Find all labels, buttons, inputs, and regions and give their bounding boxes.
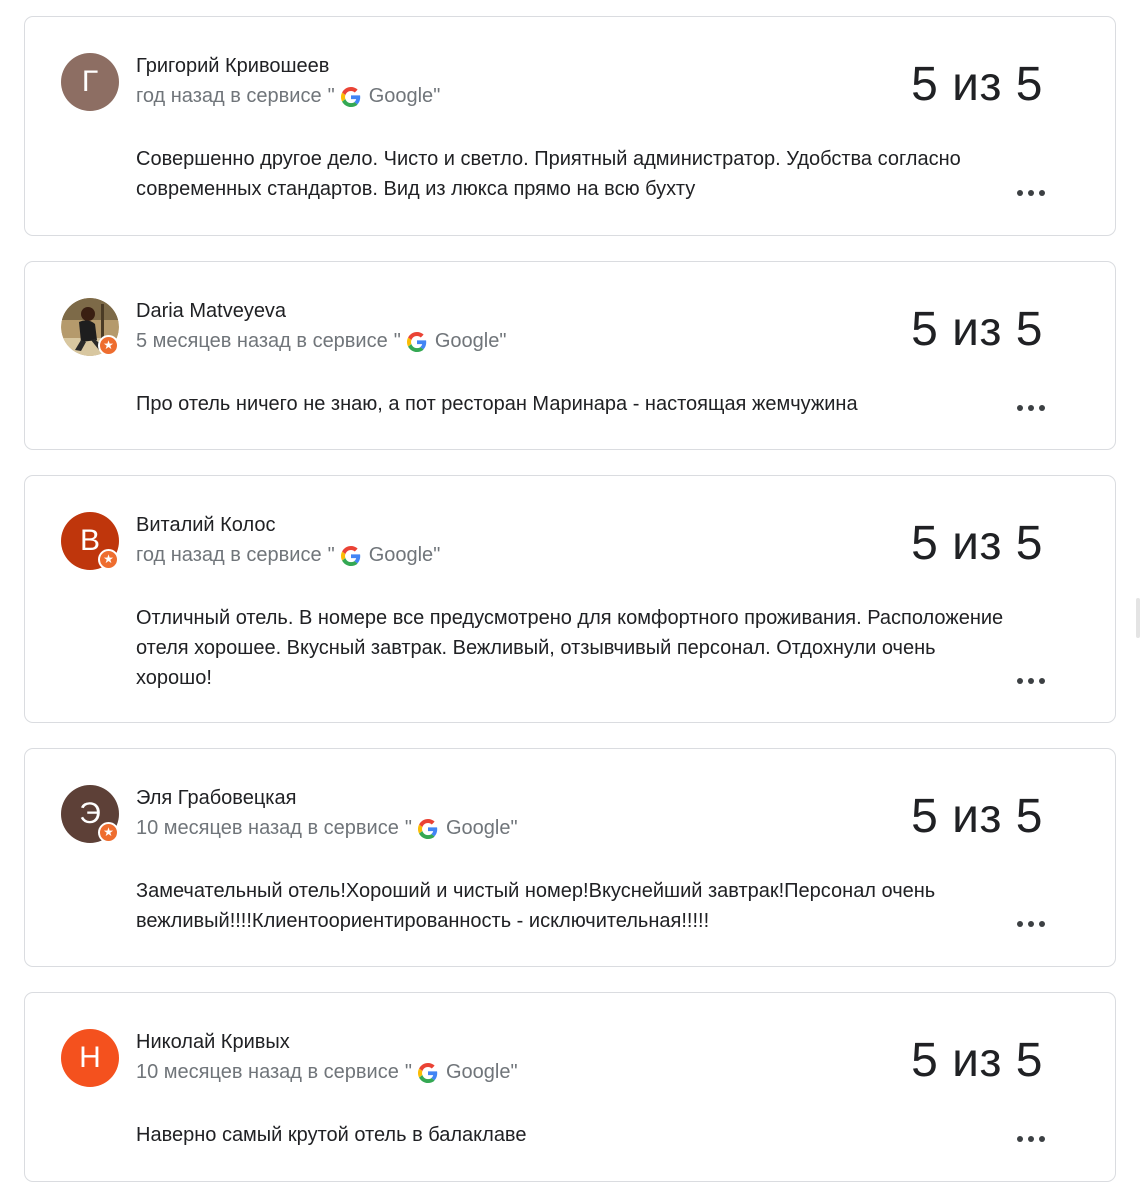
quote-open: " — [327, 85, 335, 107]
review-card: В ★ Виталий Колос год назад в сервисе " … — [24, 475, 1116, 723]
more-dot — [1028, 921, 1034, 927]
review-text: Совершенно другое дело. Чисто и светло. … — [136, 148, 961, 200]
more-options-button[interactable] — [1017, 675, 1045, 687]
more-dot — [1028, 405, 1034, 411]
local-guide-badge: ★ — [98, 822, 119, 843]
more-options-button[interactable] — [1017, 187, 1045, 199]
more-options-button[interactable] — [1017, 402, 1045, 414]
more-horizontal-icon — [1017, 1136, 1023, 1142]
review-rating: 5 из 5 — [911, 1034, 1043, 1087]
quote-open: " — [404, 1061, 412, 1083]
avatar-letter: В — [79, 524, 100, 557]
avatar-letter: Н — [79, 1041, 101, 1074]
star-icon: ★ — [103, 825, 114, 839]
scrollbar-thumb[interactable] — [1136, 598, 1140, 638]
quote-close: " — [499, 330, 507, 352]
review-author[interactable]: Эля Грабовецкая — [136, 787, 296, 810]
google-g-icon — [417, 818, 438, 839]
more-dot — [1039, 678, 1045, 684]
review-card: Э ★ Эля Грабовецкая 10 месяцев назад в с… — [24, 748, 1116, 967]
review-text: Наверно самый крутой отель в балаклаве — [136, 1124, 527, 1146]
more-dot — [1039, 405, 1045, 411]
more-dot — [1028, 678, 1034, 684]
review-source: Google — [368, 544, 434, 566]
quote-close: " — [510, 1061, 518, 1083]
review-text: Про отель ничего не знаю, а пот ресторан… — [136, 393, 858, 415]
avatar[interactable]: В ★ — [61, 512, 119, 570]
review-meta: год назад в сервисе " Google " — [136, 544, 440, 567]
quote-close: " — [510, 817, 518, 839]
review-author[interactable]: Daria Matveyeva — [136, 300, 286, 323]
review-rating: 5 из 5 — [911, 517, 1043, 570]
more-horizontal-icon — [1017, 921, 1023, 927]
review-time: год назад в сервисе — [136, 544, 322, 566]
review-source: Google — [434, 330, 500, 352]
quote-open: " — [327, 544, 335, 566]
reviews-page: Г Григорий Кривошеев год назад в сервисе… — [0, 0, 1142, 1200]
quote-open: " — [404, 817, 412, 839]
review-source: Google — [445, 817, 511, 839]
google-g-icon — [340, 86, 360, 107]
avatar[interactable]: Г — [61, 53, 119, 111]
scrollbar[interactable] — [1130, 0, 1142, 1200]
quote-close: " — [433, 544, 441, 566]
star-icon: ★ — [103, 552, 114, 566]
review-rating: 5 из 5 — [911, 303, 1043, 356]
google-g-icon — [406, 331, 427, 352]
avatar[interactable]: ★ — [61, 298, 119, 356]
more-dot — [1039, 921, 1045, 927]
more-options-button[interactable] — [1017, 1133, 1045, 1145]
review-time: 5 месяцев назад в сервисе — [136, 330, 388, 352]
review-rating: 5 из 5 — [911, 790, 1043, 843]
quote-close: " — [433, 85, 441, 107]
review-time: 10 месяцев назад в сервисе — [136, 1061, 399, 1083]
review-time: год назад в сервисе — [136, 85, 322, 107]
local-guide-badge: ★ — [98, 335, 119, 356]
star-icon: ★ — [103, 338, 114, 352]
more-horizontal-icon — [1017, 405, 1023, 411]
review-time: 10 месяцев назад в сервисе — [136, 817, 399, 839]
more-horizontal-icon — [1017, 190, 1023, 196]
review-meta: 10 месяцев назад в сервисе " Google " — [136, 817, 518, 840]
more-dot — [1028, 1136, 1034, 1142]
review-rating: 5 из 5 — [911, 58, 1043, 111]
review-meta: 10 месяцев назад в сервисе " Google " — [136, 1061, 518, 1084]
local-guide-badge: ★ — [98, 549, 119, 570]
review-source: Google — [445, 1061, 511, 1083]
avatar[interactable]: Э ★ — [61, 785, 119, 843]
more-dot — [1039, 190, 1045, 196]
more-horizontal-icon — [1017, 678, 1023, 684]
google-g-icon — [417, 1062, 438, 1083]
more-options-button[interactable] — [1017, 918, 1045, 930]
review-meta: 5 месяцев назад в сервисе " Google " — [136, 330, 506, 353]
review-card: ★ Daria Matveyeva 5 месяцев назад в серв… — [24, 261, 1116, 450]
quote-open: " — [393, 330, 401, 352]
review-author[interactable]: Николай Кривых — [136, 1031, 290, 1054]
review-card: Г Григорий Кривошеев год назад в сервисе… — [24, 16, 1116, 236]
more-dot — [1039, 1136, 1045, 1142]
avatar-letter: Э — [79, 797, 101, 830]
review-source: Google — [368, 85, 434, 107]
review-card: Н Николай Кривых 10 месяцев назад в серв… — [24, 992, 1116, 1182]
more-dot — [1028, 190, 1034, 196]
review-meta: год назад в сервисе " Google " — [136, 85, 440, 108]
avatar[interactable]: Н — [61, 1029, 119, 1087]
google-g-icon — [340, 545, 360, 566]
avatar-letter: Г — [81, 65, 99, 98]
review-text: Отличный отель. В номере все предусмотре… — [136, 607, 1004, 689]
review-text: Замечательный отель!Хороший и чистый ном… — [136, 880, 936, 932]
review-author[interactable]: Виталий Колос — [136, 514, 276, 537]
review-author[interactable]: Григорий Кривошеев — [136, 55, 329, 78]
